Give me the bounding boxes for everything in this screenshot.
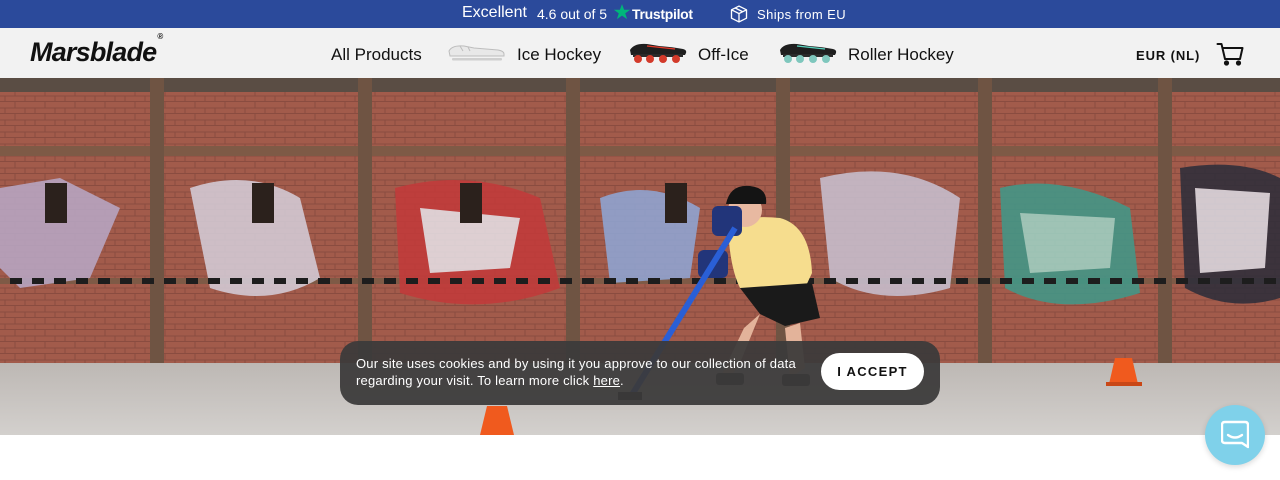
roller-skate-thumbnail bbox=[780, 43, 837, 63]
site-logo[interactable]: Marsblade® bbox=[30, 32, 163, 68]
nav-off-ice[interactable]: Off-Ice bbox=[698, 45, 749, 65]
nav-all-products[interactable]: All Products bbox=[331, 45, 422, 65]
chat-launcher-button[interactable] bbox=[1205, 405, 1265, 465]
trustpilot-score[interactable]: 4.6 out of 5 bbox=[537, 6, 607, 22]
logo-text[interactable]: Marsblade bbox=[30, 37, 157, 67]
trustpilot-label[interactable]: Excellent bbox=[462, 4, 527, 22]
cookie-message-end: . bbox=[620, 373, 624, 388]
ice-skate-thumbnail bbox=[448, 45, 505, 61]
accept-cookies-button[interactable]: I ACCEPT bbox=[821, 353, 924, 390]
shipping-info: Ships from EU bbox=[757, 7, 847, 22]
currency-selector[interactable]: EUR (NL) bbox=[1136, 48, 1200, 63]
cart-icon[interactable] bbox=[1216, 42, 1244, 66]
package-icon bbox=[730, 5, 748, 23]
announcement-bar: Excellent 4.6 out of 5 Trustpilot Ships … bbox=[0, 0, 1280, 28]
cookie-banner: Our site uses cookies and by using it yo… bbox=[340, 341, 940, 405]
trustpilot-star-icon bbox=[613, 4, 631, 20]
cookie-learn-more-link[interactable]: here bbox=[593, 373, 620, 388]
off-ice-skate-thumbnail bbox=[630, 43, 687, 63]
nav-ice-hockey[interactable]: Ice Hockey bbox=[517, 45, 601, 65]
cookie-message-text: Our site uses cookies and by using it yo… bbox=[356, 356, 796, 388]
cookie-message: Our site uses cookies and by using it yo… bbox=[356, 355, 806, 389]
chat-bubble-icon bbox=[1221, 420, 1249, 449]
trustpilot-brand[interactable]: Trustpilot bbox=[632, 6, 693, 22]
nav-roller-hockey[interactable]: Roller Hockey bbox=[848, 45, 954, 65]
main-header: Marsblade® All Products Ice Hockey Off-I… bbox=[0, 28, 1280, 78]
logo-registered-mark: ® bbox=[157, 32, 163, 41]
